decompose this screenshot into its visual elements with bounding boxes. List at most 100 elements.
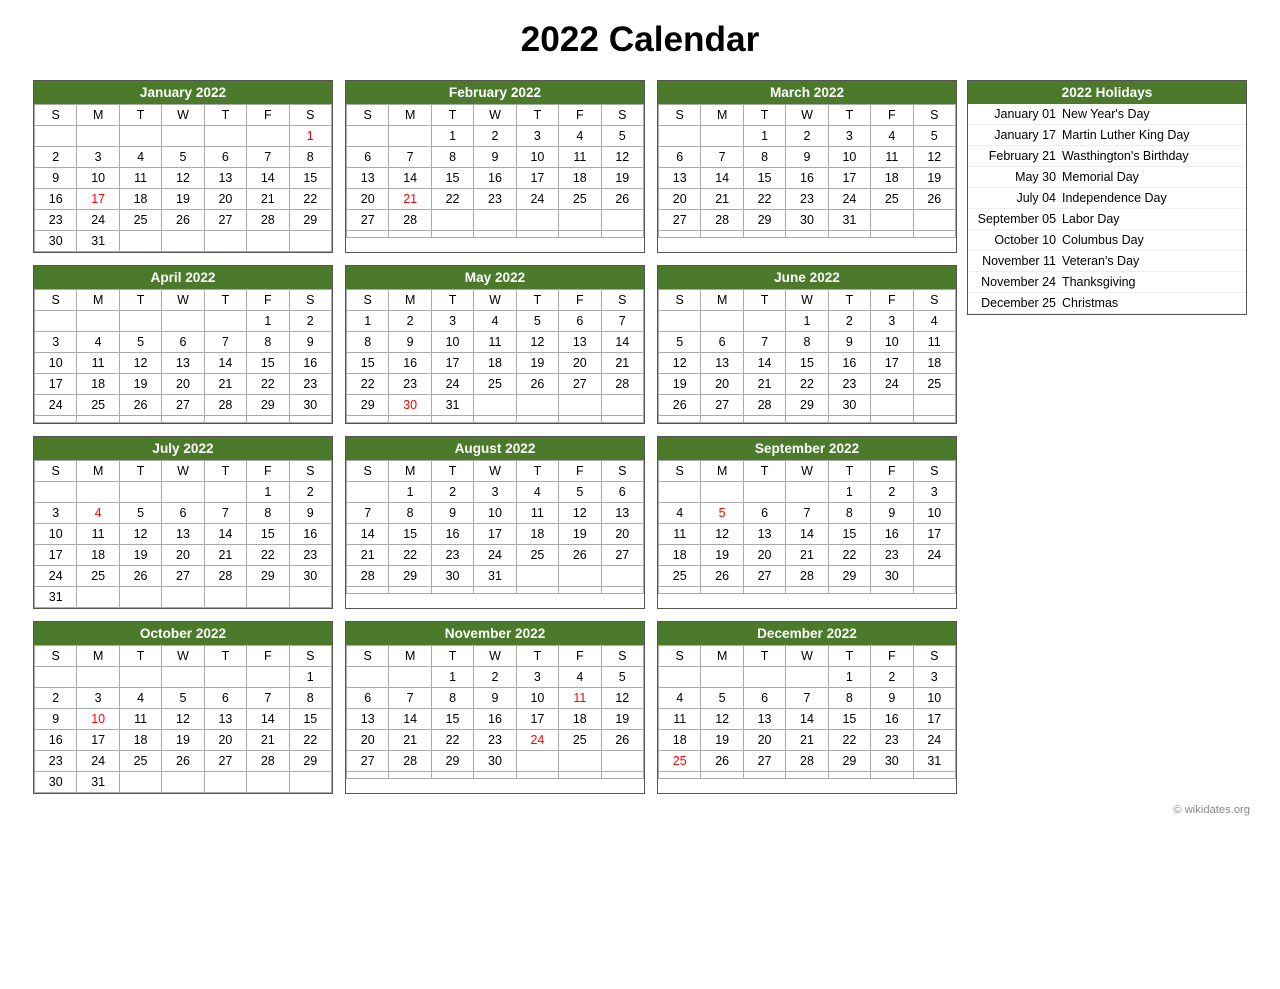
cal-day: 8 <box>289 147 331 168</box>
cal-day: 17 <box>871 353 913 374</box>
month-header: February 2022 <box>346 81 644 104</box>
cal-day: 13 <box>347 168 389 189</box>
cal-day: 9 <box>289 503 331 524</box>
cal-day <box>659 311 701 332</box>
cal-day: 26 <box>162 751 204 772</box>
cal-day: 19 <box>701 730 743 751</box>
day-header: T <box>743 290 785 311</box>
cal-day: 15 <box>431 709 473 730</box>
cal-day: 7 <box>601 311 643 332</box>
month-calendar: March 2022SMTWTFS12345678910111213141516… <box>657 80 957 253</box>
cal-day: 25 <box>474 374 516 395</box>
cal-day <box>77 667 119 688</box>
cal-day <box>119 482 161 503</box>
cal-day: 27 <box>162 395 204 416</box>
cal-day <box>247 231 289 252</box>
cal-day: 13 <box>743 524 785 545</box>
main-container: January 2022SMTWTFS123456789101112131415… <box>20 80 1260 794</box>
cal-day: 3 <box>77 688 119 709</box>
cal-day <box>913 772 955 779</box>
cal-day: 3 <box>913 667 955 688</box>
day-header: W <box>786 461 828 482</box>
holiday-date: December 25 <box>976 296 1056 310</box>
cal-day: 6 <box>204 147 246 168</box>
cal-day: 16 <box>828 353 870 374</box>
cal-day: 17 <box>77 730 119 751</box>
cal-day <box>701 772 743 779</box>
cal-day <box>559 231 601 238</box>
month-calendar: December 2022SMTWTFS12345678910111213141… <box>657 621 957 794</box>
cal-day <box>77 482 119 503</box>
day-header: M <box>701 290 743 311</box>
cal-table: SMTWTFS123456789101112131415161718192021… <box>658 460 956 594</box>
cal-day: 28 <box>389 210 431 231</box>
cal-day: 3 <box>35 332 77 353</box>
cal-day <box>119 126 161 147</box>
cal-day: 8 <box>743 147 785 168</box>
day-header: T <box>828 461 870 482</box>
cal-day: 12 <box>659 353 701 374</box>
cal-day: 5 <box>601 126 643 147</box>
cal-day <box>204 231 246 252</box>
holiday-name: Veteran's Day <box>1062 254 1139 268</box>
cal-day <box>559 772 601 779</box>
cal-day: 31 <box>913 751 955 772</box>
cal-day: 12 <box>601 688 643 709</box>
holiday-row: February 21Wasthington's Birthday <box>968 146 1246 167</box>
cal-day: 10 <box>77 709 119 730</box>
cal-day: 16 <box>474 168 516 189</box>
day-header: F <box>247 290 289 311</box>
cal-day: 14 <box>601 332 643 353</box>
cal-day: 19 <box>162 189 204 210</box>
cal-day: 19 <box>659 374 701 395</box>
cal-day <box>347 587 389 594</box>
cal-day: 20 <box>659 189 701 210</box>
day-header: S <box>347 105 389 126</box>
cal-day: 15 <box>828 709 870 730</box>
cal-day: 19 <box>601 709 643 730</box>
cal-day: 12 <box>162 709 204 730</box>
cal-day: 11 <box>516 503 558 524</box>
cal-day: 18 <box>871 168 913 189</box>
cal-day: 21 <box>389 730 431 751</box>
cal-day: 24 <box>35 566 77 587</box>
day-header: F <box>871 290 913 311</box>
cal-day: 6 <box>743 688 785 709</box>
month-header: May 2022 <box>346 266 644 289</box>
holiday-row: November 11Veteran's Day <box>968 251 1246 272</box>
cal-table: SMTWTFS123456789101112131415161718192021… <box>346 645 644 779</box>
holiday-row: November 24Thanksgiving <box>968 272 1246 293</box>
cal-day: 1 <box>431 667 473 688</box>
cal-day <box>35 126 77 147</box>
cal-day: 16 <box>289 353 331 374</box>
cal-day: 21 <box>247 189 289 210</box>
cal-day: 16 <box>431 524 473 545</box>
cal-day: 17 <box>474 524 516 545</box>
day-header: T <box>828 105 870 126</box>
cal-day: 10 <box>77 168 119 189</box>
cal-day: 23 <box>871 545 913 566</box>
cal-day: 4 <box>474 311 516 332</box>
cal-day: 5 <box>601 667 643 688</box>
cal-day <box>701 667 743 688</box>
day-header: T <box>743 461 785 482</box>
cal-day <box>659 667 701 688</box>
cal-day: 29 <box>828 566 870 587</box>
cal-day: 4 <box>559 126 601 147</box>
cal-day: 15 <box>289 709 331 730</box>
holiday-name: Martin Luther King Day <box>1062 128 1190 142</box>
cal-day: 2 <box>289 482 331 503</box>
cal-day <box>389 126 431 147</box>
cal-day: 5 <box>119 332 161 353</box>
cal-day: 3 <box>516 667 558 688</box>
cal-day: 2 <box>474 126 516 147</box>
cal-day: 18 <box>559 709 601 730</box>
cal-day <box>516 587 558 594</box>
day-header: S <box>913 290 955 311</box>
cal-day <box>659 482 701 503</box>
cal-day: 13 <box>659 168 701 189</box>
cal-day: 21 <box>204 374 246 395</box>
cal-day: 12 <box>559 503 601 524</box>
cal-day: 26 <box>659 395 701 416</box>
day-header: F <box>559 646 601 667</box>
